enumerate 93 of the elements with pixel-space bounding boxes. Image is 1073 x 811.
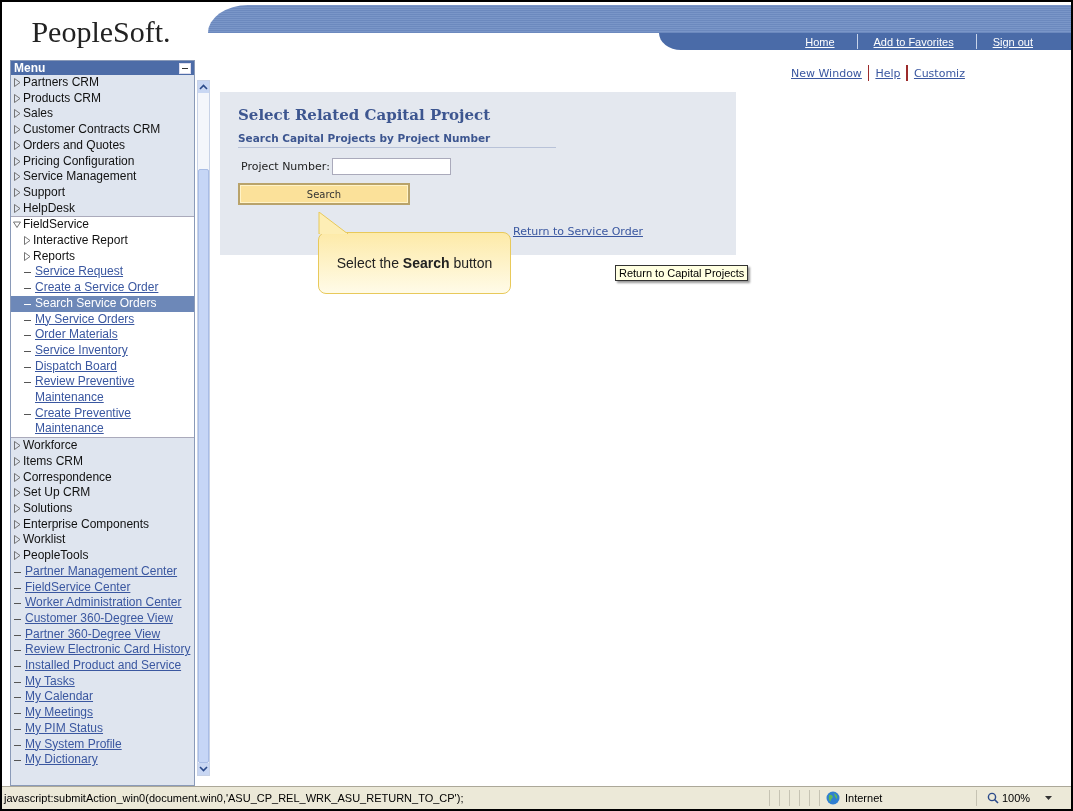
scrollbar[interactable] (197, 80, 210, 776)
menu-link[interactable]: Worker Administration Center (25, 595, 182, 611)
page-link[interactable]: Customiz (907, 66, 971, 80)
menu-folder[interactable]: FieldService (23, 217, 90, 234)
dash-icon (14, 760, 21, 762)
dash-icon (14, 571, 21, 573)
menu-folder[interactable]: Reports (33, 248, 76, 265)
dash-icon (24, 303, 31, 305)
scroll-thumb[interactable] (198, 169, 209, 763)
menu-link[interactable]: Partner 360-Degree View (25, 626, 161, 643)
page-title: Select Related Capital Project (238, 106, 492, 124)
menu-link[interactable]: Dispatch Board (35, 358, 118, 375)
menu-link[interactable]: Review Preventive Maintenance (35, 374, 195, 406)
menu-folder[interactable]: Orders and Quotes (23, 137, 126, 154)
dash-icon (14, 697, 21, 699)
dash-icon (24, 413, 31, 415)
return-link[interactable]: Return to Service Order (513, 225, 643, 238)
status-text: javascript:submitAction_win0(document.win0,'ASU_CP_REL_WRK_ASU_RETURN_TO_CP'); (2, 792, 465, 804)
menu-folder[interactable]: Interactive Report (33, 233, 128, 249)
dash-icon (14, 744, 21, 746)
zoom-level[interactable]: 100% (1002, 792, 1031, 804)
dash-icon (14, 666, 21, 667)
menu-link[interactable]: Create Preventive Maintenance (35, 405, 195, 438)
menu-folder[interactable]: Service Management (23, 169, 137, 185)
dash-icon (24, 350, 31, 352)
tooltip: Return to Capital Projects (615, 265, 749, 281)
project-number-field[interactable] (331, 158, 451, 175)
dash-icon (24, 382, 31, 384)
menu-link[interactable]: Customer 360-Degree View (25, 610, 173, 627)
menu-folder[interactable]: Support (23, 184, 66, 201)
dash-icon (14, 713, 21, 715)
field-label: Project Number: (241, 160, 330, 173)
menu-link[interactable]: Partner Management Center (25, 563, 178, 580)
search-button[interactable]: Search (238, 183, 410, 205)
menu-link[interactable]: Service Request (35, 264, 124, 281)
header-link[interactable]: Sign out (976, 35, 1055, 48)
page-link[interactable]: New Window (785, 66, 868, 80)
header-link[interactable]: Home (789, 35, 857, 48)
menu-link[interactable]: Create a Service Order (35, 280, 159, 296)
menu-link[interactable]: My Calendar (25, 689, 94, 706)
menu-link[interactable]: My Service Orders (35, 311, 135, 328)
caret-icon[interactable] (1045, 796, 1053, 800)
dash-icon (14, 587, 21, 589)
zone-label: Internet (845, 792, 883, 804)
menu-folder[interactable]: Enterprise Components (23, 516, 150, 533)
menu-link[interactable]: Review Electronic Card History (25, 642, 191, 658)
menu-folder[interactable]: Partners CRM (23, 75, 99, 91)
menu-link[interactable]: My Dictionary (25, 752, 98, 768)
scroll-down-icon[interactable] (198, 763, 209, 775)
menu-folder[interactable]: Pricing Configuration (23, 153, 135, 170)
menu-folder[interactable]: Products CRM (23, 90, 102, 107)
dash-icon (24, 288, 31, 290)
menu-link[interactable]: My Meetings (25, 705, 94, 721)
dash-icon (24, 366, 31, 368)
callout-text: Select the Search button (336, 255, 493, 271)
menu-link[interactable]: Order Materials (35, 327, 118, 343)
collapse-arrow-icon[interactable] (13, 220, 21, 230)
menu-item[interactable]: Search Service Orders (35, 295, 157, 312)
menu-folder[interactable]: Worklist (23, 532, 66, 549)
menu-link[interactable]: My System Profile (25, 736, 122, 753)
dash-icon (24, 272, 31, 274)
zoom-icon[interactable] (987, 792, 999, 804)
menu-folder[interactable]: Solutions (23, 501, 73, 517)
dash-icon (14, 603, 21, 605)
dash-icon (14, 618, 21, 620)
dash-icon (14, 650, 21, 652)
dash-icon (14, 634, 21, 636)
menu-title: Menu (14, 61, 46, 75)
menu-link[interactable]: FieldService Center (25, 579, 131, 596)
menu-folder[interactable]: Items CRM (23, 453, 83, 470)
dash-icon (24, 335, 31, 337)
selected-menu-row[interactable]: Search Service Orders (11, 295, 195, 312)
header-link[interactable]: Add to Favorites (857, 35, 976, 48)
menu-link[interactable]: Service Inventory (35, 342, 128, 359)
menu-folder[interactable]: Customer Contracts CRM (23, 122, 161, 138)
menu-folder[interactable]: Sales (23, 106, 54, 123)
globe-icon (826, 791, 840, 805)
menu-folder[interactable]: Set Up CRM (23, 485, 91, 501)
scroll-up-icon[interactable] (198, 81, 209, 93)
menu-link[interactable]: My Tasks (25, 673, 75, 690)
menu-folder[interactable]: PeopleTools (23, 548, 89, 564)
dash-icon (14, 728, 21, 730)
dash-icon (14, 681, 21, 683)
collapse-icon[interactable] (179, 62, 192, 74)
menu-folder[interactable]: Correspondence (23, 469, 112, 486)
menu-link[interactable]: My PIM Status (25, 720, 104, 737)
menu-folder[interactable]: HelpDesk (23, 200, 76, 217)
menu-folder[interactable]: Workforce (23, 438, 78, 454)
menu-link[interactable]: Installed Product and Service (25, 658, 182, 674)
dash-icon (24, 319, 31, 321)
section-heading: Search Capital Projects by Project Number (238, 132, 556, 148)
logo: PeopleSoft. (31, 15, 171, 49)
page-link[interactable]: Help (869, 66, 907, 80)
